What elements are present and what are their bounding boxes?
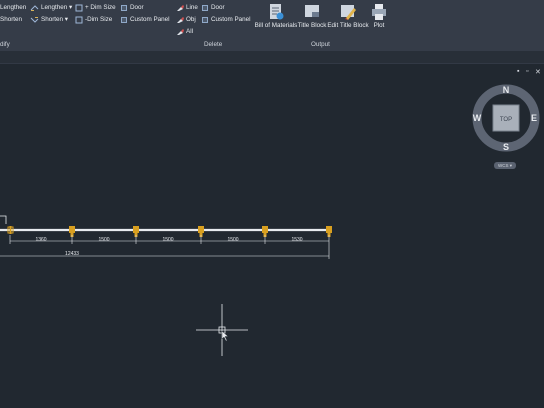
delete-door-button[interactable]: Door [201, 4, 225, 13]
shorten-icon [30, 17, 39, 23]
plot-button[interactable]: Plot [370, 3, 388, 29]
output-panel-label: Output [311, 41, 330, 48]
close-viewport-button[interactable]: ✕ [535, 68, 541, 76]
segment-dimension: 1500 [162, 237, 173, 243]
dim-size-icon [75, 16, 83, 24]
lengthen-icon [30, 5, 39, 11]
bill-of-materials-icon [270, 4, 284, 20]
shorten-dropdown[interactable]: Shorten ▾ [30, 16, 68, 25]
delete-line-button[interactable]: Line [176, 4, 198, 13]
segment-dimension: 1360 [35, 237, 46, 243]
crosshair-cursor [196, 304, 248, 356]
eraser-icon [177, 5, 184, 11]
edit-title-block-icon [341, 5, 356, 20]
eraser-icon [177, 29, 184, 35]
panel-icon [202, 17, 208, 23]
ribbon: Lengthen Shorten Lengthen ▾ Shorten ▾ + … [0, 0, 544, 52]
compass-west[interactable]: W [473, 113, 482, 123]
lengthen-dropdown[interactable]: Lengthen ▾ [30, 4, 72, 13]
eraser-icon [177, 17, 184, 23]
custom-panel-button[interactable]: Custom Panel [120, 16, 170, 25]
delete-obj-button[interactable]: Obj [176, 16, 196, 25]
lengthen-button[interactable]: Lengthen [0, 4, 26, 13]
fence-drawing: 1360 1500 1500 1500 1530 12433 [0, 215, 332, 259]
compass-south[interactable]: S [503, 142, 509, 152]
file-tab-strip [0, 51, 544, 64]
delete-custom-panel-button[interactable]: Custom Panel [201, 16, 251, 25]
viewcube[interactable]: TOP N S E W [466, 78, 544, 158]
decrease-dim-size-button[interactable]: -Dim Size [75, 16, 112, 25]
printer-icon [372, 4, 386, 20]
delete-panel-label: Delete [204, 41, 223, 48]
door-button[interactable]: Door [120, 4, 144, 13]
shorten-button[interactable]: Shorten [0, 16, 22, 25]
wcs-menu[interactable]: WCS ▾ [494, 162, 516, 169]
segment-dimension: 1500 [227, 237, 238, 243]
delete-all-button[interactable]: All [176, 28, 193, 37]
viewcube-top-label: TOP [500, 117, 512, 123]
total-dimension: 12433 [65, 251, 79, 257]
title-block-icon [305, 5, 319, 17]
compass-north[interactable]: N [503, 85, 510, 95]
door-icon [202, 5, 208, 11]
door-icon [121, 5, 127, 11]
modify-panel-label: dify [0, 41, 10, 48]
compass-east[interactable]: E [531, 113, 537, 123]
edit-title-block-button[interactable]: Edit Title Block [327, 3, 369, 29]
segment-dimension: 1530 [291, 237, 302, 243]
restore-viewport-button[interactable]: ▫ [526, 68, 528, 75]
title-block-button[interactable]: Title Block [297, 3, 327, 29]
increase-dim-size-button[interactable]: + Dim Size [75, 4, 116, 13]
panel-icon [121, 17, 127, 23]
minimize-viewport-button[interactable]: ▪ [517, 68, 519, 75]
bill-of-materials-button[interactable]: Bill of Materials [254, 3, 298, 29]
segment-dimension: 1500 [98, 237, 109, 243]
dim-size-icon [75, 4, 83, 12]
end-marker [0, 215, 7, 224]
